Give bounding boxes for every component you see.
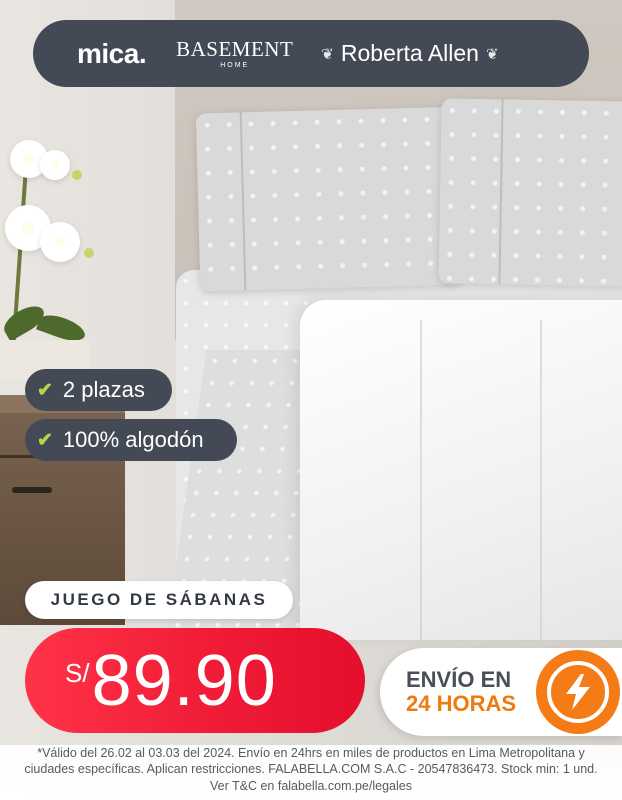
shipping-line-2: 24 HORAS [406, 691, 517, 716]
basement-logo-subtext: HOME [220, 61, 250, 69]
bolt-ring [547, 661, 609, 723]
shipping-text: ENVÍO EN 24 HORAS [406, 666, 517, 716]
roberta-allen-logo: ❦ Roberta Allen ❦ [321, 40, 498, 67]
price-amount: 89.90 [91, 640, 277, 721]
pillow [195, 106, 463, 292]
legal-line-3: Ver T&C en falabella.com.pe/legales [210, 778, 412, 793]
product-label-text: JUEGO DE SÁBANAS [50, 590, 268, 609]
legal-line-1: *Válido del 26.02 al 03.03 del 2024. Env… [37, 746, 585, 760]
duvet-quilting-line [540, 320, 542, 640]
feature-label: 100% algodón [62, 427, 204, 452]
lightning-bolt-icon [536, 650, 620, 734]
price-badge: S/ 89.90 [25, 628, 365, 733]
orchid-flower [40, 222, 80, 262]
legal-line-2: ciudades específicas. Aplican restriccio… [24, 762, 598, 777]
feature-chip-size: ✔ 2 plazas [25, 369, 172, 411]
mica-logo: mica. [77, 37, 147, 69]
shipping-badge: ENVÍO EN 24 HORAS [380, 648, 622, 736]
nightstand-handle [12, 487, 52, 493]
basement-logo-text: BASEMENT [176, 36, 294, 61]
roberta-allen-logo-text: Roberta Allen [340, 40, 479, 66]
duvet-quilting-line [420, 320, 422, 640]
pillow [438, 98, 622, 287]
flourish-left-icon: ❦ [321, 45, 334, 63]
pillow-hem [239, 112, 247, 291]
check-icon: ✔ [37, 379, 53, 401]
feature-label: 2 plazas [62, 377, 145, 402]
basement-home-logo: BASEMENT HOME [176, 36, 294, 69]
orchid-flower [40, 150, 70, 180]
duvet [300, 300, 622, 640]
check-icon: ✔ [37, 429, 53, 451]
price-currency: S/ [65, 658, 90, 688]
product-label: JUEGO DE SÁBANAS [25, 581, 293, 619]
flourish-right-icon: ❦ [485, 45, 499, 63]
feature-chip-material: ✔ 100% algodón [25, 419, 237, 461]
bolt-glyph-icon [566, 674, 590, 710]
legal-disclaimer: *Válido del 26.02 al 03.03 del 2024. Env… [0, 745, 622, 800]
orchid-bud [84, 248, 94, 258]
pillow-hem [498, 99, 504, 285]
shipping-line-1: ENVÍO EN [406, 666, 512, 692]
orchid-bud [72, 170, 82, 180]
brand-bar: mica. BASEMENT HOME ❦ Roberta Allen ❦ [33, 20, 589, 87]
